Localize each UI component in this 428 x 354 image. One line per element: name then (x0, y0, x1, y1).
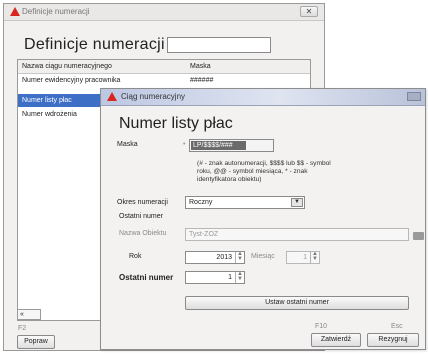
period-select[interactable]: Roczny ▼ (185, 196, 305, 209)
mask-field[interactable]: LP/$$$$/### (189, 139, 274, 152)
mask-label: Maska (117, 141, 138, 148)
table-row[interactable]: Numer ewidencyjny pracownika ###### (18, 74, 310, 87)
close-icon[interactable]: ✕ (300, 6, 318, 17)
mask-value: LP/$$$$/### (191, 141, 246, 150)
edit-shortcut-key: F2 (18, 325, 27, 332)
column-header-name[interactable]: Nazwa ciągu numeracyjnego (22, 63, 112, 70)
month-field[interactable]: 1 ▲ ▼ (286, 251, 320, 264)
last-number-section-label: Ostatni numer (119, 213, 163, 220)
year-label: Rok (129, 253, 142, 260)
chevron-down-icon[interactable]: ▼ (291, 198, 303, 207)
set-last-number-button[interactable]: Ustaw ostatni numer (185, 296, 409, 310)
object-name-field[interactable]: Tyst-ZOZ (185, 228, 409, 241)
window-title: Definicje numeracji (22, 7, 90, 16)
year-value: 2013 (216, 254, 232, 261)
column-header-mask[interactable]: Maska (190, 63, 211, 70)
row-name: Numer listy płac (22, 97, 72, 104)
year-field[interactable]: 2013 ▲ ▼ (185, 251, 245, 264)
required-marker: • (183, 141, 186, 148)
dialog-title: Ciąg numeracyjny (121, 92, 186, 101)
month-label: Miesiąc (251, 253, 275, 260)
save-button[interactable]: Zatwierdź (311, 333, 361, 347)
dialog-title-bar: Ciąg numeracyjny (101, 89, 425, 106)
object-name-label: Nazwa Obiektu (119, 230, 167, 237)
numbering-sequence-dialog: Ciąg numeracyjny Numer listy płac Maska … (100, 88, 426, 350)
edit-button[interactable]: Popraw (17, 335, 55, 349)
dialog-heading: Numer listy płac (119, 115, 233, 132)
row-name: Numer wdrożenia (22, 111, 77, 118)
cancel-shortcut-key: Esc (391, 323, 403, 330)
save-shortcut-key: F10 (315, 323, 328, 330)
last-number-label: Ostatni numer (119, 273, 174, 282)
folder-icon[interactable] (413, 232, 424, 240)
row-mask: ###### (190, 77, 214, 84)
title-bar: Definicje numeracji ✕ (4, 4, 324, 21)
month-value: 1 (303, 254, 307, 261)
last-number-field[interactable]: 1 ▲ ▼ (185, 271, 245, 284)
period-value: Roczny (189, 199, 213, 206)
month-spinner[interactable]: ▲ ▼ (310, 252, 319, 263)
app-logo-icon (10, 7, 20, 16)
row-name: Numer ewidencyjny pracownika (22, 77, 121, 84)
horizontal-scrollbar[interactable]: « (17, 309, 41, 320)
cancel-button[interactable]: Rezygnuj (367, 333, 419, 347)
year-spinner[interactable]: ▲ ▼ (235, 252, 244, 263)
app-logo-icon (107, 92, 117, 101)
search-input[interactable] (167, 37, 271, 53)
last-number-value: 1 (228, 274, 232, 281)
page-title: Definicje numeracji (24, 36, 165, 53)
period-label: Okres numeracji (117, 199, 168, 206)
mask-hint: (# - znak autonumeracji, $$$$ lub $$ - s… (197, 160, 331, 183)
list-header: Nazwa ciągu numeracyjnego Maska (18, 60, 310, 74)
window-icon[interactable] (407, 92, 421, 101)
last-number-spinner[interactable]: ▲ ▼ (235, 272, 244, 283)
